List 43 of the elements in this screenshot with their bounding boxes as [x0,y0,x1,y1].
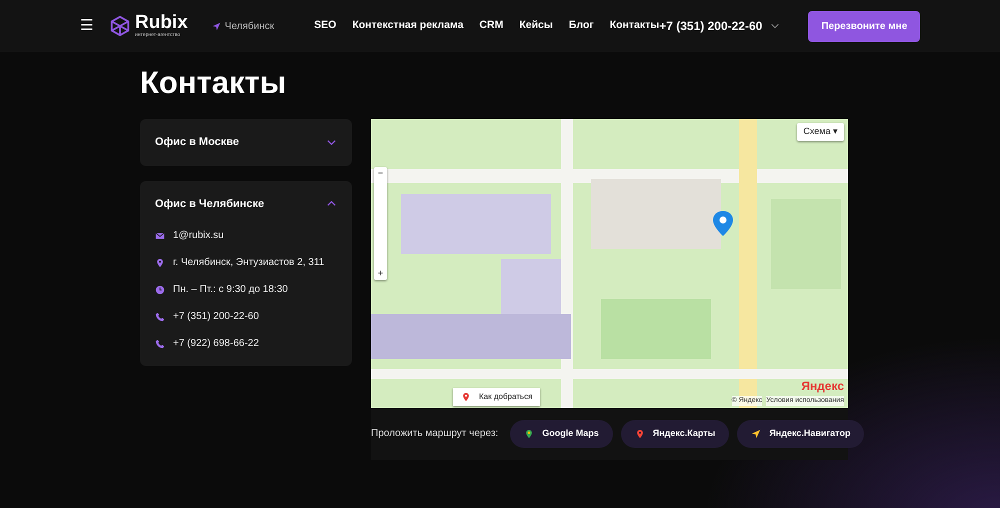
page-title: Контакты [140,64,288,102]
chevron-down-icon [770,21,780,31]
map-pin-icon [155,258,165,268]
accordion-header[interactable]: Офис в Челябинске [155,196,337,212]
office-title: Офис в Москве [155,135,240,150]
nav-link[interactable]: CRM [479,18,504,34]
nav-link[interactable]: Контекстная реклама [352,18,464,34]
city-link[interactable]: Челябинск [212,18,274,34]
nav-link[interactable]: Блог [568,18,594,34]
cube-icon [109,15,131,37]
route-button[interactable]: Google Maps [510,420,613,448]
address-text: г. Челябинск, Энтузиастов 2, 311 [173,256,324,270]
route-label: Проложить маршрут через: [371,427,498,442]
map-logo: Яндекс [801,378,844,396]
email-link[interactable]: 1@rubix.su [173,228,224,244]
callback-button[interactable]: Перезвоните мне [808,10,920,42]
phone-number: +7 (922) 698-66-22 [173,337,259,352]
location-arrow-icon [212,22,221,30]
hours-text: Пн. – Пт.: с 9:30 до 18:30 [173,283,288,298]
map-pin-icon [634,428,645,439]
nav-link[interactable]: SEO [314,18,336,34]
phone-dropdown[interactable]: +7 (351) 200-22-60 [659,17,780,35]
map-pin-icon [461,392,471,402]
zoom-in-button[interactable]: + [378,266,384,280]
map-pin-icon [524,428,534,439]
menu-icon[interactable]: ☰ [80,14,93,38]
phone-icon [155,312,165,322]
zoom-out-button[interactable]: − [378,167,384,181]
nav-link[interactable]: Кейсы [519,18,553,34]
layer-dropdown[interactable]: Схема ▾ [797,123,844,141]
office-title: Офис в Челябинске [155,196,264,212]
route-button[interactable]: Яндекс.Навигатор [737,420,864,448]
zoom-control[interactable]: − + [374,167,387,280]
nav-link[interactable]: Контакты [610,18,660,34]
route-button[interactable]: Яндекс.Карты [620,420,730,448]
clock-icon [155,284,165,295]
logo-name: Rubix [135,12,188,32]
phone-icon [155,338,165,349]
phone-number: +7 (351) 200-22-60 [173,310,259,324]
directions-button[interactable]: Как добраться [453,388,540,406]
location-arrow-icon [751,428,762,439]
envelope-icon [155,230,165,241]
accordion-header[interactable]: Офис в Москве [155,134,337,151]
